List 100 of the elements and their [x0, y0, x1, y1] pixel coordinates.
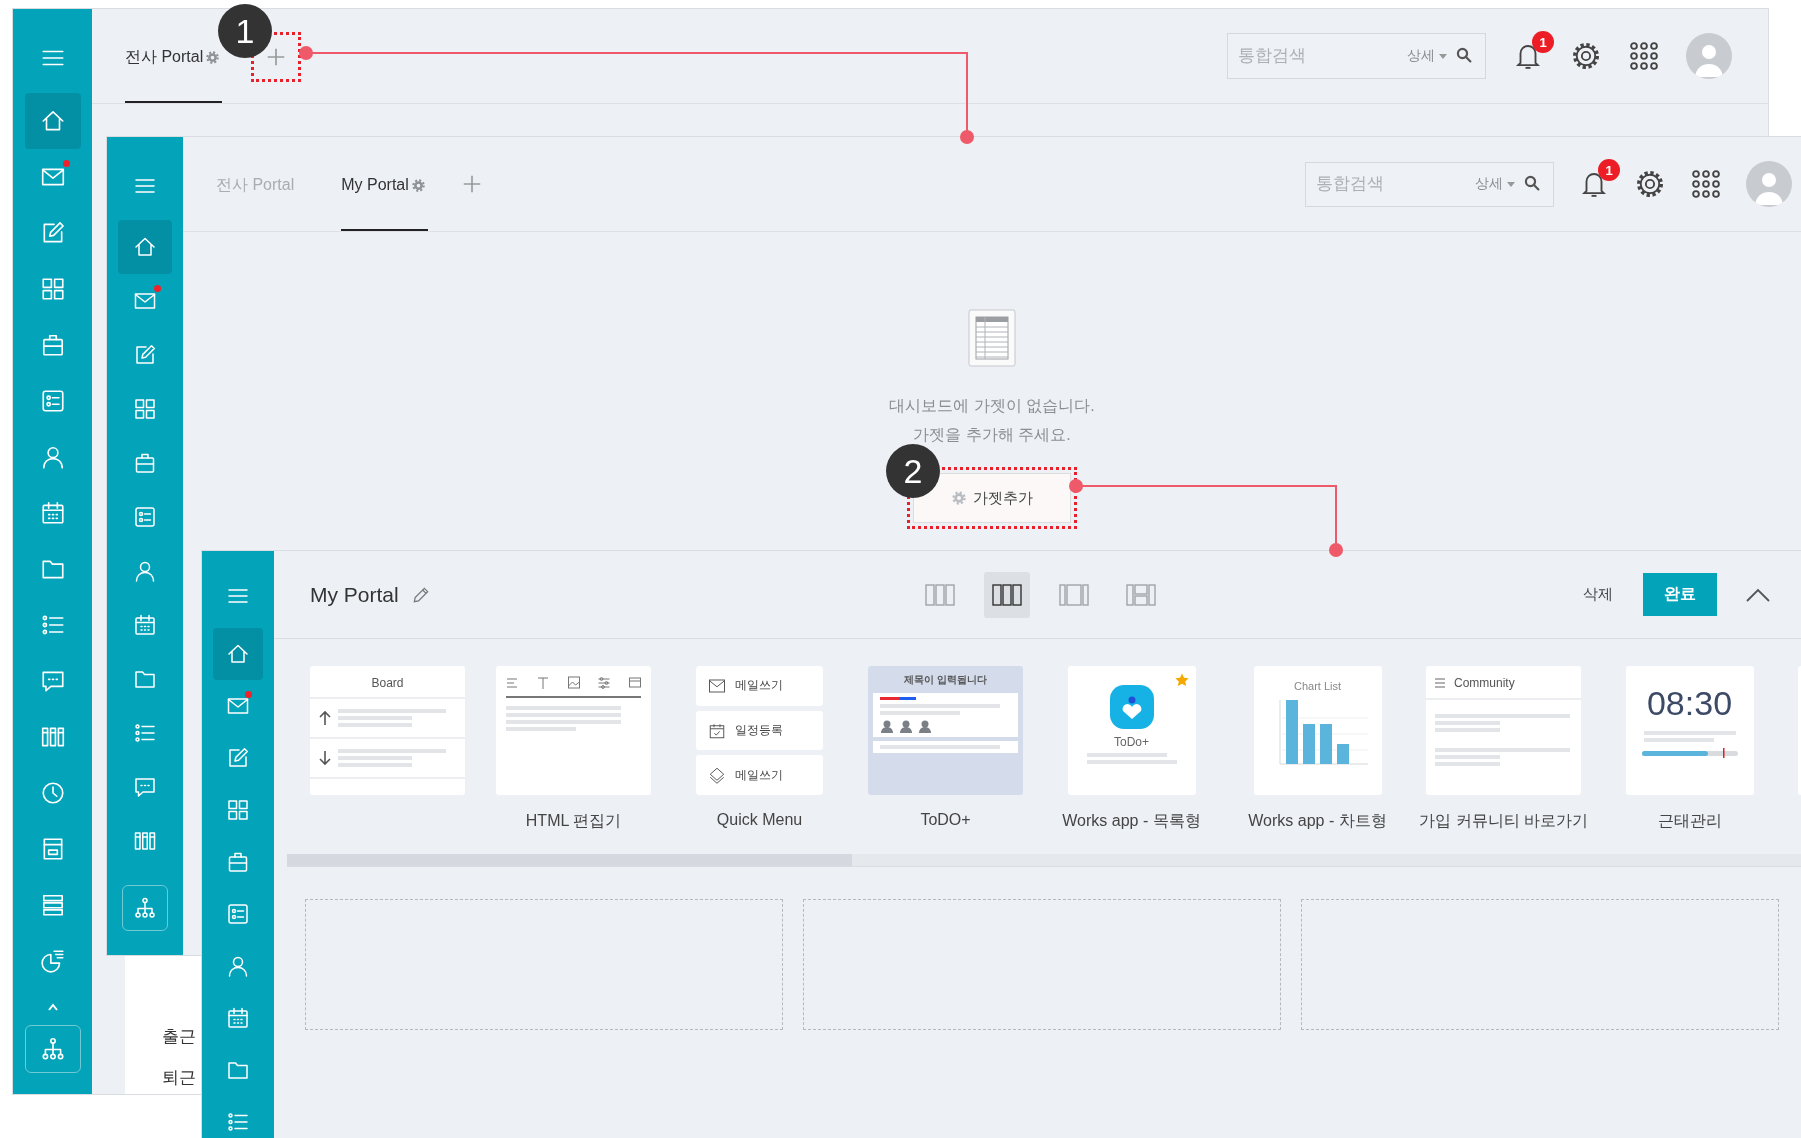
grid-icon: [133, 397, 157, 421]
column-layout-icon: [1126, 583, 1156, 606]
quick-menu-label: 메일쓰기: [735, 677, 783, 695]
chevron-up-icon: [1745, 586, 1771, 603]
scrollbar-thumb[interactable]: [287, 854, 852, 866]
menu-icon: [1435, 678, 1445, 688]
mail-icon: [708, 676, 726, 695]
down-arrow-icon: [318, 750, 332, 766]
layers-icon: [708, 766, 726, 785]
caret-icon: [1507, 181, 1515, 187]
checklist-icon: [133, 505, 157, 529]
column-layout-icon: [992, 583, 1022, 606]
text-icon: [536, 676, 549, 690]
align-left-icon: [506, 676, 518, 690]
gadget-preview[interactable]: 제목이 입력됩니다: [868, 666, 1023, 795]
empty-message: 대시보드에 가젯이 없습니다.: [889, 396, 1095, 416]
column-layout-icon: [925, 583, 955, 606]
checklist-icon: [226, 902, 250, 926]
briefcase-icon: [226, 850, 250, 874]
sliders-icon: [598, 676, 611, 690]
home-icon: [133, 235, 157, 259]
page-title: My Portal: [310, 582, 399, 607]
gadget-label: HTML 편집기: [525, 811, 622, 831]
apps-button[interactable]: [1628, 40, 1660, 72]
preview-title: 제목이 입력됩니다: [903, 673, 988, 687]
app-icon: [1109, 685, 1154, 729]
gadget-label: 근태관리: [1657, 811, 1722, 831]
person-icon: [226, 954, 250, 978]
gadget-preview[interactable]: 08:30: [1625, 666, 1754, 795]
briefcase-icon: [133, 451, 157, 475]
gadget-preview[interactable]: Chart List: [1253, 666, 1382, 795]
calendar-icon: [133, 613, 157, 637]
avatar[interactable]: [1746, 161, 1792, 207]
settings-icon: [1635, 169, 1665, 199]
preview-title: Chart List: [1293, 680, 1342, 692]
edit-icon: [226, 746, 250, 770]
attendance-label: 출근: [162, 1026, 196, 1048]
collapse-button[interactable]: [1745, 586, 1771, 603]
quick-menu-label: 일정등록: [735, 722, 783, 739]
apps-button[interactable]: [1690, 168, 1722, 200]
quick-menu-label: 메일쓰기: [735, 766, 783, 784]
settings-icon: [1571, 41, 1601, 71]
preview-title: Community: [1454, 676, 1515, 690]
chat-icon: [133, 775, 157, 799]
settings-icon: [951, 490, 967, 506]
list-icon: [133, 721, 157, 745]
column-layout-icon: [1059, 583, 1089, 606]
checklist-icon: [39, 388, 66, 414]
settings-button[interactable]: [1634, 168, 1666, 200]
edit-icon: [133, 343, 157, 367]
clock-time: 08:30: [1646, 684, 1733, 723]
card-icon: [629, 676, 641, 690]
gadget-label: ToDO+: [920, 811, 971, 829]
app-name: ToDo+: [1114, 735, 1149, 749]
empty-message: 가젯을 추가해 주세요.: [912, 425, 1072, 445]
calendar-icon: [39, 500, 66, 526]
gadget-preview[interactable]: ToDo+: [1067, 666, 1196, 795]
caret-icon: [1439, 53, 1447, 59]
calendar-icon: [708, 721, 726, 740]
up-arrow-icon: [318, 710, 332, 726]
person-icon: [133, 559, 157, 583]
notification-badge: 1: [1532, 31, 1554, 53]
grid-icon: [226, 798, 250, 822]
home-icon: [226, 642, 250, 666]
star-icon: [1174, 673, 1189, 687]
layout-option-button[interactable]: [984, 571, 1030, 618]
sidebar-button[interactable]: [24, 93, 81, 149]
sidebar-button[interactable]: [213, 628, 263, 680]
search-icon: [1523, 174, 1543, 194]
image-icon: [567, 676, 580, 690]
delete-button[interactable]: 삭제: [1583, 585, 1613, 604]
gadget-label: Works app - 차트형: [1248, 811, 1387, 831]
gadget-label: Works app - 목록형: [1062, 811, 1201, 831]
sidebar-button[interactable]: [118, 220, 172, 274]
avatar[interactable]: [1686, 33, 1732, 79]
person-icon: [918, 719, 932, 733]
attendance-label: 퇴근: [162, 1067, 196, 1089]
grid-icon: [39, 276, 66, 302]
person-icon: [899, 719, 913, 733]
settings-button[interactable]: [1570, 40, 1602, 72]
apps-icon: [1691, 169, 1721, 199]
notification-badge: 1: [1598, 159, 1620, 181]
clock-icon: [39, 780, 66, 806]
columns-icon: [133, 829, 157, 853]
search-icon: [1455, 46, 1475, 66]
gadget-preview[interactable]: Board: [310, 666, 465, 795]
apps-icon: [1629, 41, 1659, 71]
pie-chart-icon: [39, 948, 66, 974]
caret-icon: [47, 1003, 58, 1011]
gadget-preview[interactable]: Community: [1426, 666, 1581, 795]
org-chart-button[interactable]: [122, 885, 168, 931]
org-chart-button[interactable]: [24, 1025, 81, 1073]
preview-title: Board: [310, 666, 465, 699]
gadget-preview[interactable]: [496, 666, 651, 795]
list-icon: [226, 1110, 250, 1134]
gadget-label: Quick Menu: [716, 811, 803, 829]
portal-tab[interactable]: My Portal: [341, 137, 428, 231]
gadget-label: 가입 커뮤니티 바로가기: [1419, 811, 1588, 831]
org-chart-icon: [39, 1036, 66, 1062]
org-chart-icon: [133, 896, 157, 920]
